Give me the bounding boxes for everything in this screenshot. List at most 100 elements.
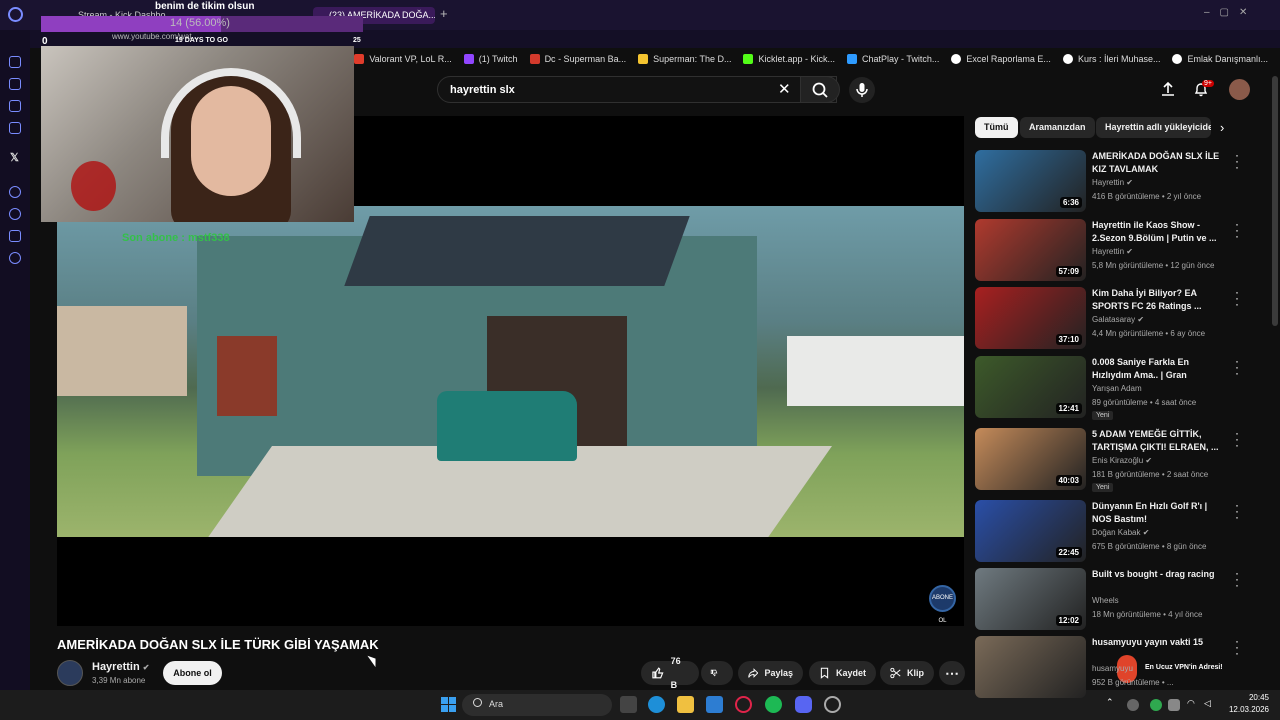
- like-button[interactable]: 76 B: [641, 656, 699, 690]
- video-title[interactable]: Hayrettin ile Kaos Show - 2.Sezon 9.Bölü…: [1092, 219, 1222, 245]
- bookmark-item[interactable]: Valorant VP, LoL R...: [354, 54, 452, 64]
- bookmark-item[interactable]: Kicklet.app - Kick...: [743, 54, 835, 64]
- channel-name[interactable]: Enis Kirazoğlu ✔: [1092, 456, 1152, 465]
- chip-from-search[interactable]: Aramanızdan: [1020, 117, 1095, 138]
- clock-time[interactable]: 20:45: [1225, 693, 1269, 702]
- recommended-video[interactable]: 22:45 Dünyanın En Hızlı Golf R'ı | NOS Ba…: [975, 499, 1255, 562]
- more-options-icon[interactable]: · · ·: [1234, 567, 1240, 591]
- channel-name[interactable]: Yarışan Adam: [1092, 384, 1142, 393]
- video-thumbnail[interactable]: 6:36: [975, 150, 1086, 212]
- bookmark-item[interactable]: Emlak Danışmanlı...: [1172, 54, 1268, 64]
- video-thumbnail[interactable]: 37:10: [975, 287, 1086, 349]
- sidebar-app-icon[interactable]: [9, 100, 21, 112]
- save-button[interactable]: Kaydet: [809, 661, 876, 685]
- subscribe-button[interactable]: Abone ol: [163, 661, 222, 685]
- bookmark-item[interactable]: Excel Raporlama E...: [951, 54, 1051, 64]
- search-button[interactable]: [800, 76, 840, 103]
- more-options-icon[interactable]: · · ·: [1234, 499, 1240, 523]
- opera-gx-icon[interactable]: [735, 696, 752, 713]
- more-options-icon[interactable]: · · ·: [1234, 218, 1240, 242]
- video-thumbnail[interactable]: 12:02: [975, 568, 1086, 630]
- channel-name[interactable]: Doğan Kabak ✔: [1092, 528, 1149, 537]
- bookmark-item[interactable]: Kurs : İleri Muhase...: [1062, 54, 1160, 64]
- new-tab-icon[interactable]: +: [440, 6, 448, 21]
- more-options-icon[interactable]: · · ·: [1234, 355, 1240, 379]
- video-title[interactable]: Kim Daha İyi Biliyor? EA SPORTS FC 26 Ra…: [1092, 287, 1222, 313]
- more-options-icon[interactable]: · · ·: [1234, 427, 1240, 451]
- bookmark-item[interactable]: (1) Twitch: [463, 54, 518, 64]
- dislike-button[interactable]: [701, 661, 733, 685]
- bookmark-item[interactable]: Superman: The D...: [638, 54, 731, 64]
- more-options-icon[interactable]: · · ·: [1234, 635, 1240, 659]
- chevron-right-icon[interactable]: ›: [1220, 120, 1224, 135]
- chip-uploader[interactable]: Hayrettin adlı yükleyiciden: [1096, 117, 1211, 138]
- microphone-icon[interactable]: [1168, 699, 1180, 711]
- recommended-video[interactable]: 6:36 AMERİKADA DOĞAN SLX İLE KIZ TAVLAMAK…: [975, 149, 1255, 212]
- channel-name[interactable]: Hayrettin ✔: [92, 661, 149, 673]
- browser-logo-icon[interactable]: [8, 7, 23, 22]
- page-scrollbar[interactable]: [1272, 76, 1278, 326]
- folder-icon[interactable]: [677, 696, 694, 713]
- edge-icon[interactable]: [648, 696, 665, 713]
- spotify-icon[interactable]: [765, 696, 782, 713]
- channel-name[interactable]: husamyuyu: [1092, 664, 1133, 673]
- extensions-icon[interactable]: [9, 230, 21, 242]
- recommended-video[interactable]: 57:09 Hayrettin ile Kaos Show - 2.Sezon 9…: [975, 218, 1255, 281]
- video-title[interactable]: 0.008 Saniye Farkla En Hızlıydım Ama.. |…: [1092, 356, 1222, 382]
- video-title[interactable]: AMERİKADA DOĞAN SLX İLE KIZ TAVLAMAK: [1092, 150, 1222, 176]
- video-title[interactable]: Built vs bought - drag racing: [1092, 568, 1222, 581]
- recommended-video[interactable]: husamyuyu yayın vakti 15 husamyuyu 952 B g…: [975, 635, 1255, 698]
- bookmark-item[interactable]: ChatPlay - Twitch...: [847, 54, 939, 64]
- chip-all[interactable]: Tümü: [975, 117, 1018, 138]
- channel-name[interactable]: Hayrettin ✔: [1092, 247, 1133, 256]
- video-thumbnail[interactable]: 22:45: [975, 500, 1086, 562]
- channel-avatar[interactable]: [57, 660, 83, 686]
- tray-chevron-icon[interactable]: ⌃: [1106, 697, 1114, 708]
- sidebar-app-icon[interactable]: [9, 56, 21, 68]
- more-options-icon[interactable]: · · ·: [1234, 149, 1240, 173]
- search-input[interactable]: hayrettin slx: [437, 76, 837, 103]
- recommended-video[interactable]: 40:03 5 ADAM YEMEĞE GİTTİK, TARTIŞMA ÇIKT…: [975, 427, 1255, 492]
- recommended-video[interactable]: 12:02 Built vs bought - drag racing Wheels…: [975, 567, 1255, 630]
- clip-button[interactable]: Klip: [880, 661, 934, 685]
- taskbar-search[interactable]: Ara: [462, 694, 612, 716]
- sidebar-app-icon[interactable]: [9, 122, 21, 134]
- bookmark-item[interactable]: Dc - Superman Ba...: [529, 54, 626, 64]
- player-icon[interactable]: [9, 186, 21, 198]
- video-title[interactable]: husamyuyu yayın vakti 15: [1092, 636, 1222, 649]
- task-view-icon[interactable]: [620, 696, 637, 713]
- discord-icon[interactable]: [795, 696, 812, 713]
- video-thumbnail[interactable]: 57:09: [975, 219, 1086, 281]
- channel-name[interactable]: Galatasaray ✔: [1092, 315, 1144, 324]
- store-icon[interactable]: [706, 696, 723, 713]
- settings-icon[interactable]: [9, 252, 21, 264]
- upload-icon[interactable]: [1160, 81, 1176, 97]
- channel-name[interactable]: Wheels: [1092, 596, 1119, 605]
- recommended-video[interactable]: 37:10 Kim Daha İyi Biliyor? EA SPORTS FC …: [975, 286, 1255, 349]
- clear-search-icon[interactable]: ✕: [778, 80, 791, 98]
- share-button[interactable]: Paylaş: [738, 661, 803, 685]
- history-icon[interactable]: [9, 208, 21, 220]
- more-actions-button[interactable]: ⋯: [939, 661, 965, 685]
- tray-app-icon[interactable]: [1150, 699, 1162, 711]
- subscribe-watermark[interactable]: ABONE OL: [929, 585, 956, 624]
- volume-icon[interactable]: ◁: [1204, 698, 1211, 709]
- video-thumbnail[interactable]: 40:03: [975, 428, 1086, 490]
- recommended-video[interactable]: 12:41 0.008 Saniye Farkla En Hızlıydım Am…: [975, 355, 1255, 420]
- more-options-icon[interactable]: · · ·: [1234, 286, 1240, 310]
- tray-app-icon[interactable]: [1127, 699, 1139, 711]
- obs-icon[interactable]: [824, 696, 841, 713]
- video-title[interactable]: 5 ADAM YEMEĞE GİTTİK, TARTIŞMA ÇIKTI! EL…: [1092, 428, 1222, 454]
- clock-date[interactable]: 12.03.2026: [1218, 705, 1269, 714]
- avatar[interactable]: [1229, 79, 1250, 100]
- channel-name[interactable]: Hayrettin ✔: [1092, 178, 1133, 187]
- x-icon[interactable]: 𝕏: [10, 151, 19, 164]
- windows-start-icon[interactable]: [441, 697, 456, 712]
- window-controls[interactable]: –▢✕: [1204, 7, 1274, 21]
- video-title[interactable]: Dünyanın En Hızlı Golf R'ı | NOS Bastım!: [1092, 500, 1222, 526]
- video-frame[interactable]: [57, 206, 964, 537]
- voice-search-button[interactable]: [849, 77, 875, 103]
- sidebar-app-icon[interactable]: [9, 78, 21, 90]
- video-thumbnail[interactable]: [975, 636, 1086, 698]
- wifi-icon[interactable]: ◠: [1187, 698, 1195, 709]
